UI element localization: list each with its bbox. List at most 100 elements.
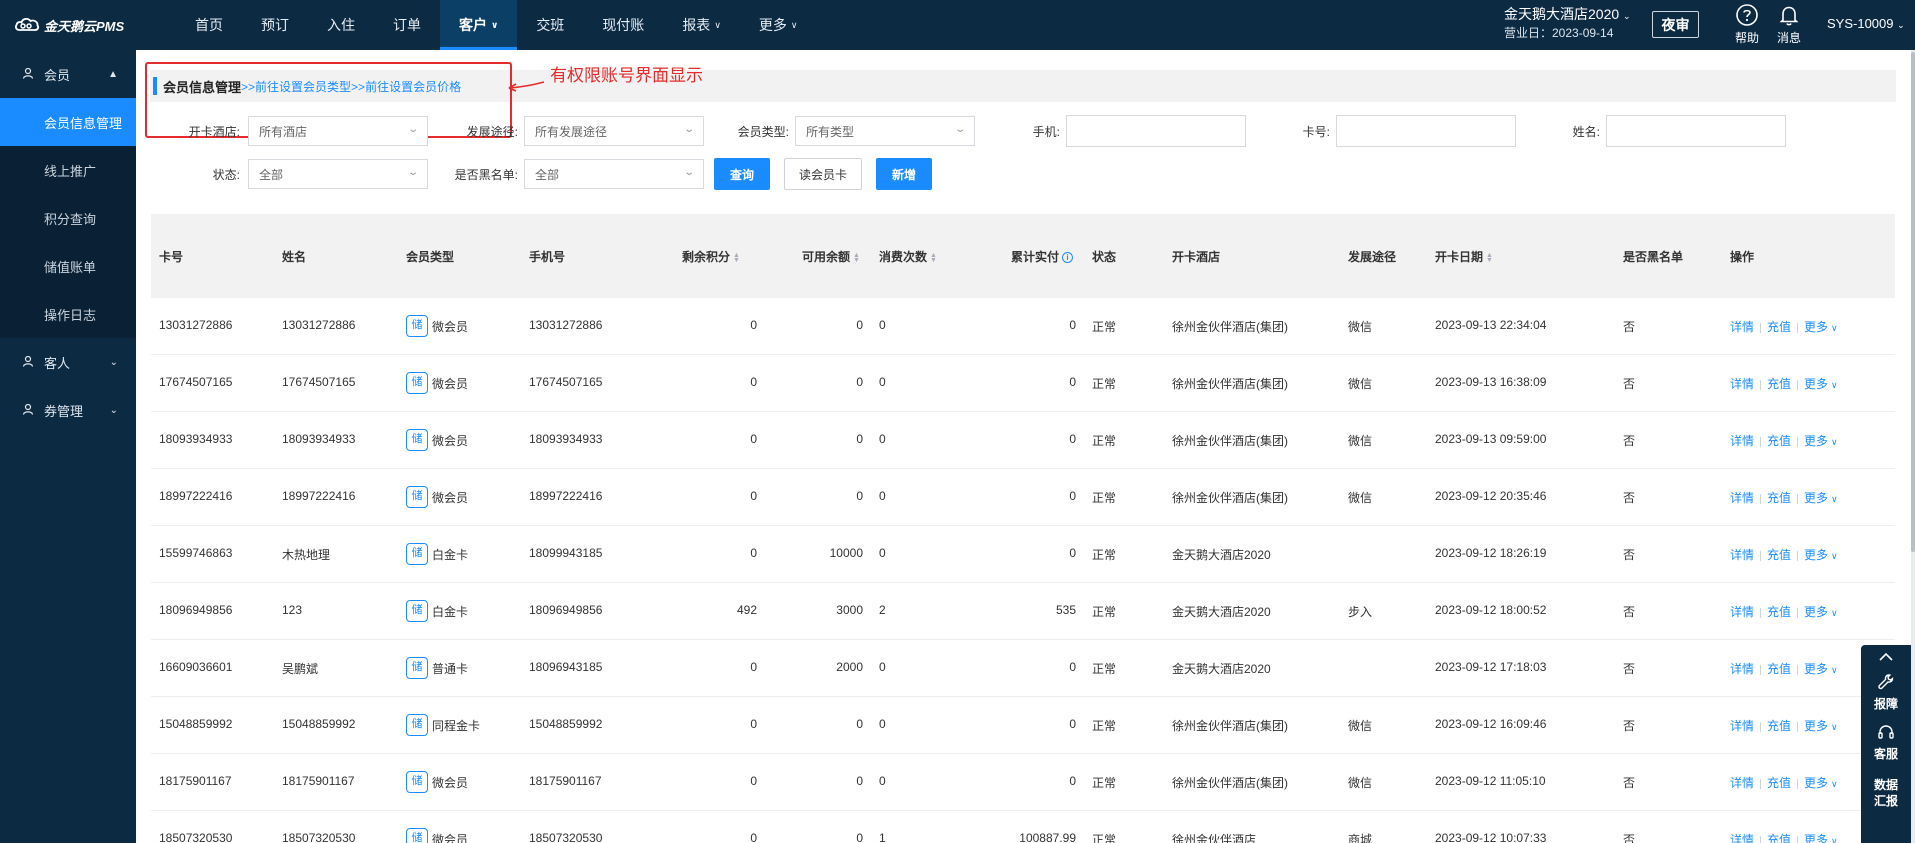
member-type-text: 同程金卡 [432, 719, 481, 733]
blacklist-select[interactable]: 全部 ⌄ [524, 159, 704, 189]
more-dropdown[interactable]: 更多 ∨ [1804, 605, 1838, 619]
name-input[interactable] [1606, 115, 1786, 147]
nav-item-0[interactable]: 首页 [176, 0, 242, 50]
collapse-panel-button[interactable] [1861, 645, 1911, 673]
cell-balance: 10000 [829, 546, 863, 560]
report-issue-button[interactable]: 报障 [1861, 673, 1911, 723]
recharge-link[interactable]: 充值 [1767, 548, 1791, 562]
detail-link[interactable]: 详情 [1730, 662, 1754, 676]
channel-select[interactable]: 所有发展途径 ⌄ [524, 116, 704, 146]
detail-link[interactable]: 详情 [1730, 605, 1754, 619]
night-audit-button[interactable]: 夜审 [1652, 11, 1699, 38]
detail-link[interactable]: 详情 [1730, 719, 1754, 733]
query-button[interactable]: 查询 [714, 158, 770, 190]
cell-balance: 0 [856, 717, 863, 731]
cell-blacklist: 否 [1623, 320, 1636, 334]
stored-value-badge: 储 [406, 542, 428, 565]
detail-link[interactable]: 详情 [1730, 377, 1754, 391]
messages-button[interactable]: 消息 [1771, 3, 1807, 46]
recharge-link[interactable]: 充值 [1767, 491, 1791, 505]
app-logo[interactable]: 金天鹅云PMS [0, 0, 136, 50]
nav-item-2[interactable]: 入住 [308, 0, 374, 50]
sidebar-group-label: 会员 [44, 67, 71, 83]
card-label: 卡号: [1302, 124, 1330, 139]
chevron-down-icon: ∨ [1831, 437, 1838, 447]
recharge-link[interactable]: 充值 [1767, 377, 1791, 391]
detail-link[interactable]: 详情 [1730, 833, 1754, 843]
cell-status: 正常 [1092, 605, 1117, 619]
cell-phone: 15048859992 [529, 717, 603, 731]
more-label: 更多 [1804, 491, 1829, 505]
cell-channel: 微信 [1348, 491, 1373, 505]
col-hotel: 开卡酒店 [1172, 250, 1221, 264]
recharge-link[interactable]: 充值 [1767, 833, 1791, 843]
more-dropdown[interactable]: 更多 ∨ [1804, 491, 1838, 505]
cell-blacklist: 否 [1623, 662, 1636, 676]
sort-icon: ▲ ▼ [733, 251, 740, 264]
cell-date: 2023-09-12 20:35:46 [1435, 489, 1547, 503]
recharge-link[interactable]: 充值 [1767, 434, 1791, 448]
nav-item-label: 预订 [261, 17, 289, 33]
hotel-select[interactable]: 所有酒店 ⌄ [248, 116, 428, 146]
sidebar-item-operation-log[interactable]: 操作日志 [0, 290, 136, 338]
col-balance[interactable]: 可用余额 ▲ ▼ [802, 248, 860, 265]
floating-tool-panel: 报障 客服 数据 汇报 [1861, 645, 1911, 843]
table-row: 17674507165 17674507165 储微会员 17674507165 0 0 0… [151, 355, 1895, 412]
table-row: 18507320530 18507320530 储微会员 18507320530 0 0 1… [151, 811, 1895, 843]
detail-link[interactable]: 详情 [1730, 548, 1754, 562]
hotel-selector[interactable]: 金天鹅大酒店2020 ⌄ 营业日：2023-09-14 [1504, 6, 1631, 42]
sidebar-item-member-info[interactable]: 会员信息管理 [0, 98, 136, 146]
recharge-link[interactable]: 充值 [1767, 776, 1791, 790]
detail-link[interactable]: 详情 [1730, 320, 1754, 334]
sidebar-submenu: 会员信息管理 线上推广 积分查询 储值账单 操作日志 [0, 98, 136, 338]
sidebar-group-member[interactable]: 会员 ▲ [0, 50, 136, 98]
channel-select-value: 所有发展途径 [535, 124, 608, 139]
detail-link[interactable]: 详情 [1730, 776, 1754, 790]
more-label: 更多 [1804, 833, 1829, 843]
nav-item-6[interactable]: 现付账 [583, 0, 663, 50]
more-dropdown[interactable]: 更多 ∨ [1804, 719, 1838, 733]
help-button[interactable]: 帮助 [1729, 3, 1765, 46]
nav-item-1[interactable]: 预订 [242, 0, 308, 50]
add-member-button[interactable]: 新增 [876, 158, 932, 190]
recharge-link[interactable]: 充值 [1767, 605, 1791, 619]
recharge-link[interactable]: 充值 [1767, 662, 1791, 676]
cell-channel: 微信 [1348, 320, 1373, 334]
more-dropdown[interactable]: 更多 ∨ [1804, 776, 1838, 790]
info-icon[interactable]: i [1062, 252, 1074, 264]
nav-item-7[interactable]: 报表 ∨ [663, 0, 740, 50]
page-scrollbar-thumb[interactable] [1911, 52, 1915, 552]
customer-service-button[interactable]: 客服 [1861, 723, 1911, 773]
more-dropdown[interactable]: 更多 ∨ [1804, 833, 1838, 843]
phone-input[interactable] [1066, 115, 1246, 147]
read-card-button[interactable]: 读会员卡 [784, 158, 862, 190]
sidebar-item-stored-value-bill[interactable]: 储值账单 [0, 242, 136, 290]
nav-item-4[interactable]: 客户 ∨ [440, 0, 518, 50]
member-type-select[interactable]: 所有类型 ⌄ [795, 116, 975, 146]
col-times[interactable]: 消费次数 ▲ ▼ [879, 248, 937, 265]
recharge-link[interactable]: 充值 [1767, 320, 1791, 334]
data-report-button[interactable]: 数据 汇报 [1861, 773, 1911, 823]
detail-link[interactable]: 详情 [1730, 491, 1754, 505]
detail-link[interactable]: 详情 [1730, 434, 1754, 448]
nav-item-5[interactable]: 交班 [517, 0, 583, 50]
cell-card: 18175901167 [159, 774, 232, 788]
nav-item-8[interactable]: 更多 ∨ [740, 0, 817, 50]
recharge-link[interactable]: 充值 [1767, 719, 1791, 733]
status-select[interactable]: 全部 ⌄ [248, 159, 428, 189]
sidebar-group-guest[interactable]: 客人 ⌄ [0, 338, 136, 386]
sidebar-item-points-query[interactable]: 积分查询 [0, 194, 136, 242]
card-number-input[interactable] [1336, 115, 1516, 147]
nav-item-3[interactable]: 订单 [374, 0, 440, 50]
sidebar-group-coupon[interactable]: 券管理 ⌄ [0, 386, 136, 434]
sidebar-item-online-promotion[interactable]: 线上推广 [0, 146, 136, 194]
more-dropdown[interactable]: 更多 ∨ [1804, 662, 1838, 676]
col-points[interactable]: 剩余积分 ▲ ▼ [682, 248, 740, 265]
user-menu[interactable]: SYS-10009 ⌄ [1827, 16, 1905, 31]
cell-date: 2023-09-13 16:38:09 [1435, 375, 1547, 389]
more-dropdown[interactable]: 更多 ∨ [1804, 548, 1838, 562]
more-dropdown[interactable]: 更多 ∨ [1804, 434, 1838, 448]
col-date[interactable]: 开卡日期 ▲ ▼ [1435, 248, 1493, 265]
more-dropdown[interactable]: 更多 ∨ [1804, 377, 1838, 391]
more-dropdown[interactable]: 更多 ∨ [1804, 320, 1838, 334]
